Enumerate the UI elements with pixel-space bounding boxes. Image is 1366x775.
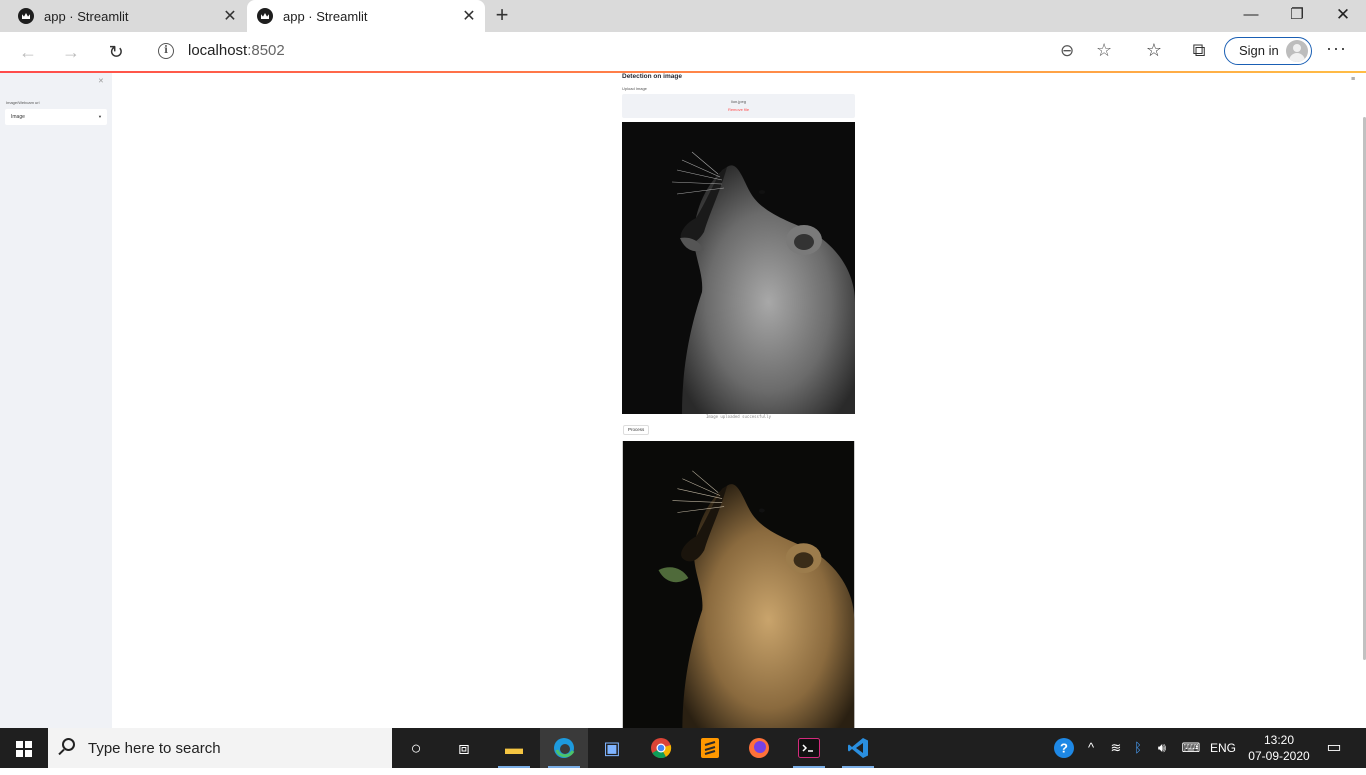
sign-in-label: Sign in [1239,43,1279,58]
source-select[interactable]: Image ▼ [5,109,107,125]
sidebar: ✕ Image/Webcam url Image ▼ [0,73,112,728]
sidebar-close-icon[interactable]: ✕ [98,77,104,85]
terminal-logo [798,738,820,758]
vscode-icon[interactable] [834,728,882,768]
edge-icon[interactable] [540,728,588,768]
browser-toolbar: ← → ↻ i localhost:8502 ⊖ ☆ ☆ ⧉ Sign in ·… [0,32,1366,72]
minimize-icon[interactable]: — [1228,0,1274,32]
url-host: localhost [188,42,248,59]
volume-icon[interactable]: 🔊︎ [1151,728,1173,768]
cortana-icon[interactable]: ○ [392,728,440,768]
image-caption: Image uploaded successfully [705,414,772,419]
keyboard-icon[interactable]: ⌨ [1178,728,1204,768]
firefox-icon[interactable] [735,728,783,768]
close-window-icon[interactable]: ✕ [1320,0,1366,32]
back-icon[interactable]: ← [14,38,42,66]
taskbar: Type here to search ○ ⧈ ▬ ▣ ? ^ ≋ ᛒ 🔊︎ ⌨… [0,728,1366,768]
streamlit-favicon-icon [257,8,273,24]
tab-title: app · Streamlit [44,8,129,24]
svg-text:?: ? [1060,741,1068,756]
lion-color-image [622,441,855,731]
chrome-logo [651,738,672,759]
processed-image [622,441,855,731]
file-explorer-icon[interactable]: ▬ [490,728,538,768]
task-view-icon[interactable]: ⧈ [440,728,488,768]
sublime-logo [701,738,719,758]
vscode-logo [848,738,868,758]
lion-grayscale-image [622,122,855,414]
start-button[interactable] [0,728,48,768]
chrome-icon[interactable] [637,728,685,768]
tab-close-icon[interactable]: ✕ [218,6,242,26]
streamlit-decoration-bar [0,71,1366,73]
forward-icon[interactable]: → [57,38,85,66]
taskbar-search[interactable]: Type here to search [48,728,392,768]
file-uploader[interactable]: lion.jpeg Remove file [622,94,855,118]
clock[interactable]: 13:20 07-09-2020 [1244,732,1314,764]
windows-icon [16,741,32,757]
select-value: Image [11,114,25,120]
bluetooth-icon[interactable]: ᛒ [1129,728,1147,768]
zoom-icon[interactable]: ⊖ [1060,41,1074,61]
tab-close-icon[interactable]: ✕ [457,6,481,26]
collections-icon[interactable]: ⧉ [1187,40,1211,61]
edge-logo [554,738,575,758]
restore-icon[interactable]: ❐ [1274,0,1320,32]
address-url[interactable]: localhost:8502 [188,42,285,59]
chevron-up-icon[interactable]: ^ [1082,728,1100,768]
favorite-star-icon[interactable]: ☆ [1096,40,1112,61]
wifi-icon[interactable]: ≋ [1106,728,1126,768]
process-button[interactable]: Process [623,425,650,435]
store-icon[interactable]: ▣ [588,728,636,768]
streamlit-favicon-icon [18,8,34,24]
tab-title: app · Streamlit [283,8,368,24]
language-indicator[interactable]: ENG [1208,728,1238,768]
url-port: :8502 [247,42,285,59]
new-tab-button[interactable]: + [489,3,515,29]
remove-file-link[interactable]: Remove file [622,107,855,112]
hamburger-menu-icon[interactable]: ≡ [1351,76,1355,83]
sign-in-button[interactable]: Sign in [1224,37,1312,65]
clock-time: 13:20 [1263,733,1295,747]
terminal-icon[interactable] [785,728,833,768]
notification-icon[interactable]: ▭ [1320,728,1348,768]
favorites-icon[interactable]: ☆ [1142,40,1166,61]
help-icon[interactable]: ? [1052,728,1076,768]
info-icon[interactable]: i [158,43,174,59]
help-logo: ? [1054,738,1074,758]
avatar [1286,40,1308,62]
uploaded-image [622,122,855,414]
chevron-down-icon: ▼ [98,114,102,119]
browser-tab-active[interactable]: app · Streamlit ✕ [247,0,485,32]
upload-label: Upload Image [622,86,647,91]
uploaded-file-name: lion.jpeg [731,99,746,104]
page-title: Detection on image [622,73,682,80]
select-label: Image/Webcam url [6,100,40,105]
more-icon[interactable]: ··· [1326,38,1347,59]
search-icon [62,738,75,751]
firefox-logo [749,738,769,758]
clock-date: 07-09-2020 [1248,749,1310,763]
browser-tab-strip: app · Streamlit ✕ app · Streamlit ✕ + — … [0,0,1366,32]
address-bar[interactable]: i localhost:8502 ⊖ ☆ [146,36,1126,68]
search-placeholder: Type here to search [88,740,221,757]
sublime-icon[interactable] [686,728,734,768]
browser-tab[interactable]: app · Streamlit ✕ [0,0,246,32]
refresh-icon[interactable]: ↻ [102,38,130,66]
